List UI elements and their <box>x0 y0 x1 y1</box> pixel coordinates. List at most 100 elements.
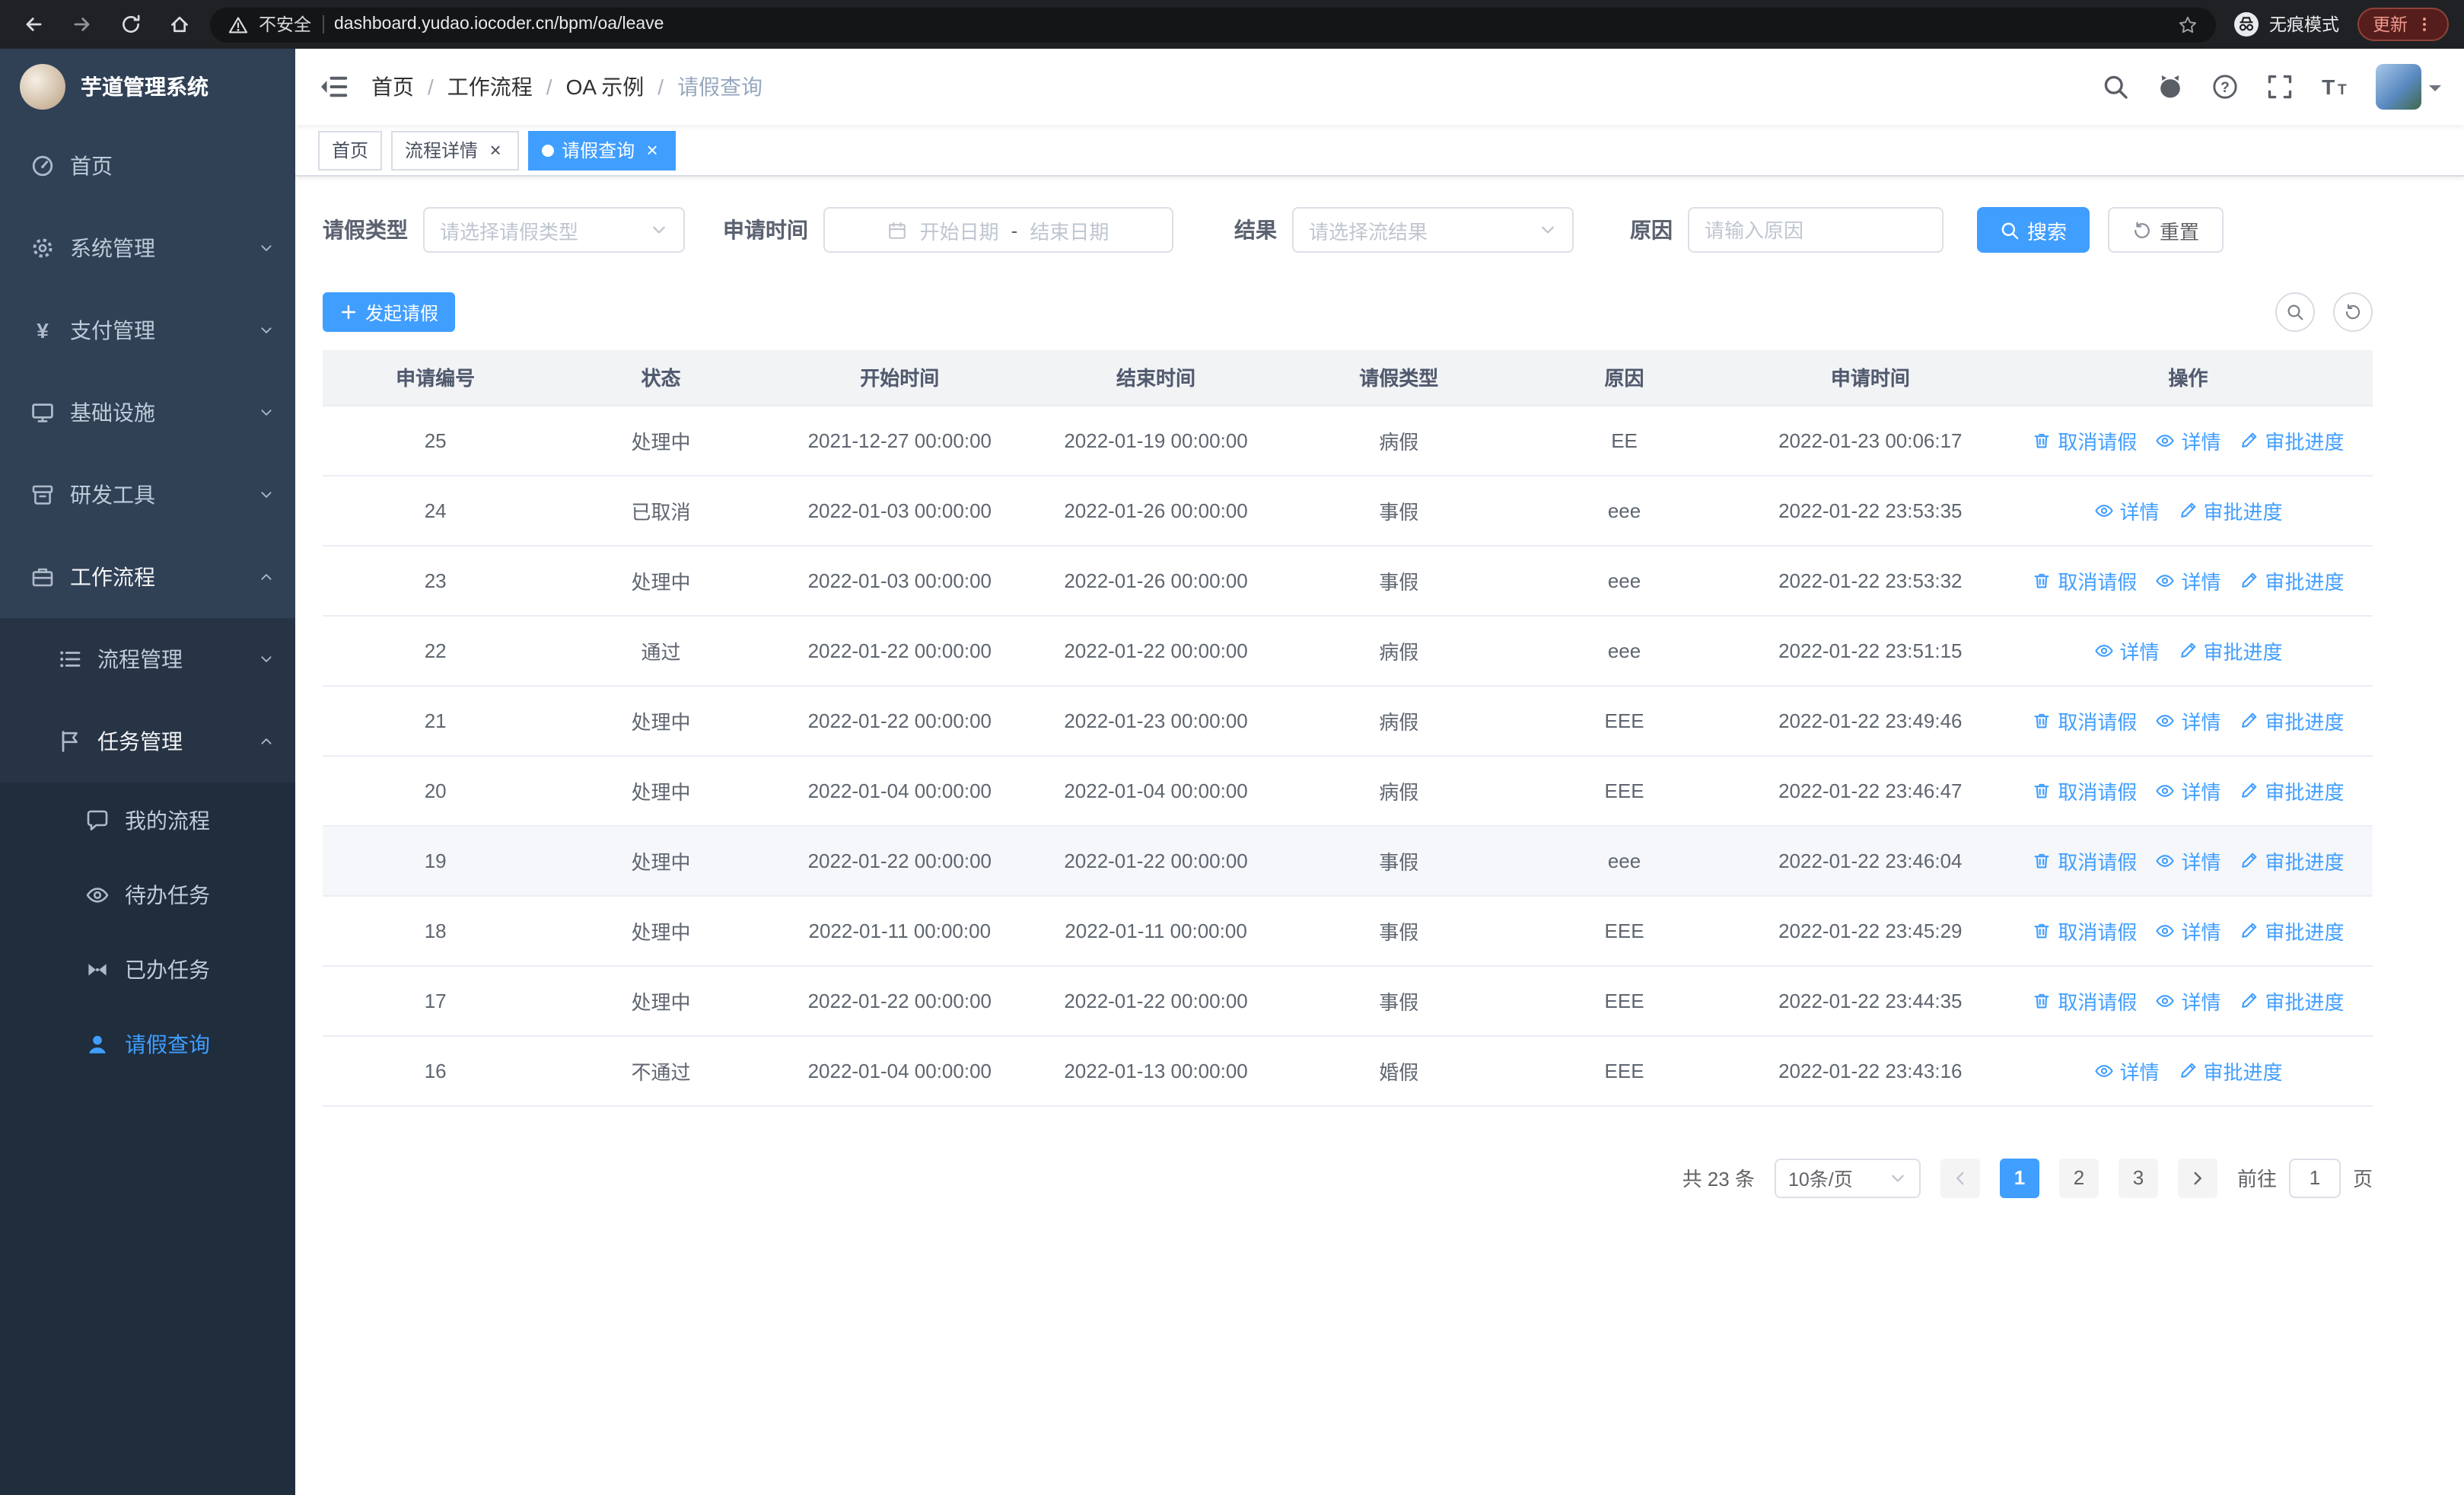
create-leave-button[interactable]: 发起请假 <box>323 292 456 332</box>
cell-leave-type: 事假 <box>1286 545 1512 616</box>
page-size-select[interactable]: 10条/页 <box>1774 1158 1921 1197</box>
detail-action-label: 详情 <box>2181 920 2221 943</box>
cell-id: 20 <box>323 755 549 826</box>
reason-input[interactable] <box>1689 209 1942 251</box>
user-menu[interactable] <box>2376 64 2441 110</box>
table-row: 24 已取消 2022-01-03 00:00:00 2022-01-26 00:00… <box>323 475 2373 546</box>
detail-action-link[interactable]: 详情 <box>2155 846 2220 875</box>
sidebar-item-todo-tasks[interactable]: 待办任务 <box>0 857 295 932</box>
cancel-action-link[interactable]: 取消请假 <box>2032 916 2137 945</box>
breadcrumb-separator: / <box>428 75 434 99</box>
tab-close-icon[interactable]: × <box>485 140 505 160</box>
progress-action-link[interactable]: 审批进度 <box>2177 496 2283 524</box>
sidebar-item-workflow[interactable]: 工作流程 <box>0 536 295 618</box>
cell-actions: 取消请假 详情 审批进度 <box>2003 825 2373 896</box>
fullscreen-icon[interactable] <box>2266 73 2294 100</box>
progress-action-link[interactable]: 审批进度 <box>2239 916 2345 945</box>
breadcrumb-item[interactable]: 首页 <box>371 72 414 102</box>
home-icon <box>169 14 190 35</box>
sidebar-item-infrastructure[interactable]: 基础设施 <box>0 371 295 454</box>
cancel-action-link[interactable]: 取消请假 <box>2032 426 2137 454</box>
browser-back-button[interactable] <box>15 6 52 43</box>
detail-action-link[interactable]: 详情 <box>2155 706 2220 735</box>
sidebar-item-task-management[interactable]: 任务管理 <box>0 700 295 783</box>
progress-action-link[interactable]: 审批进度 <box>2177 636 2283 665</box>
sidebar-item-dev-tools[interactable]: 研发工具 <box>0 454 295 536</box>
page-button-1[interactable]: 1 <box>1999 1158 2039 1197</box>
browser-home-button[interactable] <box>161 6 198 43</box>
sidebar-item-label: 请假查询 <box>125 1031 210 1056</box>
tab-leave-query[interactable]: 请假查询 × <box>528 130 676 170</box>
result-select[interactable]: 请选择流结果 <box>1292 207 1574 253</box>
refresh-table-button[interactable] <box>2333 292 2373 332</box>
sidebar-item-done-tasks[interactable]: 已办任务 <box>0 932 295 1006</box>
detail-action-link[interactable]: 详情 <box>2093 496 2159 524</box>
detail-action-link[interactable]: 详情 <box>2155 916 2220 945</box>
security-warning-text[interactable]: 不安全 <box>259 12 311 37</box>
tab-close-icon[interactable]: × <box>642 140 662 160</box>
help-icon[interactable]: ? <box>2211 73 2239 100</box>
chevron-down-icon <box>259 323 274 338</box>
sidebar-item-my-process[interactable]: 我的流程 <box>0 783 295 857</box>
progress-action-link[interactable]: 审批进度 <box>2239 706 2345 735</box>
cancel-action-link[interactable]: 取消请假 <box>2032 846 2137 875</box>
sidebar-item-leave-query[interactable]: 请假查询 <box>0 1006 295 1081</box>
browser-menu-icon[interactable] <box>2415 15 2434 33</box>
next-page-button[interactable] <box>2177 1158 2217 1197</box>
tab-home[interactable]: 首页 <box>318 130 383 170</box>
browser-update-button[interactable]: 更新 <box>2357 8 2449 41</box>
progress-action-link[interactable]: 审批进度 <box>2239 426 2345 454</box>
goto-label: 前往 <box>2236 1168 2277 1191</box>
search-button[interactable]: 搜索 <box>1977 207 2090 253</box>
leave-type-select[interactable]: 请选择请假类型 <box>423 207 685 253</box>
cancel-action-link[interactable]: 取消请假 <box>2032 566 2137 594</box>
sidebar-item-home[interactable]: 首页 <box>0 125 295 207</box>
browser-forward-button[interactable] <box>64 6 100 43</box>
progress-action-link[interactable]: 审批进度 <box>2239 846 2345 875</box>
detail-action-link[interactable]: 详情 <box>2093 1056 2159 1085</box>
progress-action-link[interactable]: 审批进度 <box>2239 776 2345 805</box>
eye-icon <box>2093 1060 2113 1080</box>
sidebar-item-system-management[interactable]: 系统管理 <box>0 207 295 289</box>
sidebar-logo[interactable]: 芋道管理系统 <box>0 49 295 125</box>
detail-action-label: 详情 <box>2181 570 2221 593</box>
cancel-action-link[interactable]: 取消请假 <box>2032 776 2137 805</box>
detail-action-link[interactable]: 详情 <box>2155 426 2220 454</box>
progress-action-link[interactable]: 审批进度 <box>2239 986 2345 1015</box>
font-size-icon[interactable]: TT <box>2321 73 2348 100</box>
cancel-action-link[interactable]: 取消请假 <box>2032 986 2137 1015</box>
url-text[interactable]: dashboard.yudao.iocoder.cn/bpm/oa/leave <box>334 15 664 33</box>
cell-apply-time: 2022-01-22 23:45:29 <box>1737 895 2004 966</box>
cell-actions: 详情 审批进度 <box>2003 1035 2373 1106</box>
progress-action-link[interactable]: 审批进度 <box>2239 566 2345 594</box>
progress-action-label: 审批进度 <box>2265 570 2345 593</box>
goto-page-input[interactable] <box>2288 1158 2341 1197</box>
tab-process-detail[interactable]: 流程详情 × <box>391 130 520 170</box>
header-search-icon[interactable] <box>2102 73 2129 100</box>
detail-action-link[interactable]: 详情 <box>2155 566 2220 594</box>
breadcrumb-item[interactable]: 工作流程 <box>447 72 533 102</box>
sidebar-collapse-button[interactable] <box>318 72 349 102</box>
detail-action-link[interactable]: 详情 <box>2155 776 2220 805</box>
detail-action-link[interactable]: 详情 <box>2155 986 2220 1015</box>
page-button-2[interactable]: 2 <box>2058 1158 2099 1197</box>
prev-page-button[interactable] <box>1940 1158 1980 1197</box>
page-content: 请假类型 请选择请假类型 申请时间 开始日期 - 结束日期 结果 请选择流结果 … <box>295 177 2464 1495</box>
sidebar-item-label: 我的流程 <box>125 808 210 832</box>
page-button-3[interactable]: 3 <box>2118 1158 2158 1197</box>
bookmark-star-icon[interactable] <box>2178 14 2198 34</box>
reset-button[interactable]: 重置 <box>2108 207 2224 253</box>
browser-reload-button[interactable] <box>113 6 149 43</box>
progress-action-link[interactable]: 审批进度 <box>2177 1056 2283 1085</box>
detail-action-link[interactable]: 详情 <box>2093 636 2159 665</box>
toggle-search-button[interactable] <box>2275 292 2315 332</box>
breadcrumb-item[interactable]: 请假查询 <box>677 72 762 102</box>
breadcrumb-item[interactable]: OA 示例 <box>566 72 645 102</box>
github-icon[interactable] <box>2157 73 2184 100</box>
cell-reason: eee <box>1511 825 1737 896</box>
address-bar[interactable]: 不安全 dashboard.yudao.iocoder.cn/bpm/oa/le… <box>210 7 2216 42</box>
sidebar-item-process-management[interactable]: 流程管理 <box>0 618 295 700</box>
cancel-action-link[interactable]: 取消请假 <box>2032 706 2137 735</box>
apply-time-range-picker[interactable]: 开始日期 - 结束日期 <box>823 207 1173 253</box>
sidebar-item-payment-management[interactable]: ¥ 支付管理 <box>0 289 295 371</box>
